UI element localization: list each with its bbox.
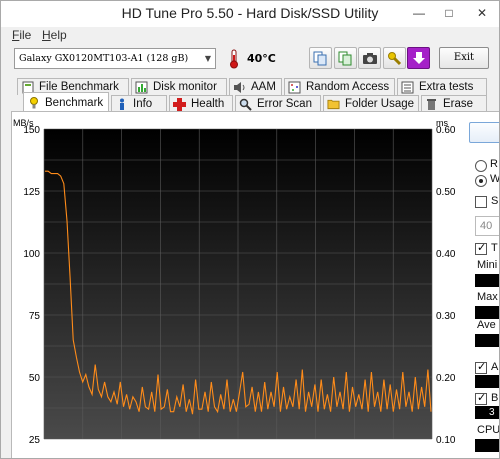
menu-help-accel: H — [42, 28, 51, 42]
tab-info-label: Info — [133, 98, 153, 110]
speaker-icon — [233, 81, 246, 94]
tab-random-access[interactable]: Random Access — [284, 78, 395, 95]
menu-file-label: ile — [19, 28, 32, 42]
tab-error-scan-label: Error Scan — [257, 98, 312, 110]
tab-folder-usage-label: Folder Usage — [345, 98, 415, 110]
short-stroke-label: S — [491, 195, 499, 207]
copy-icon — [313, 51, 327, 65]
minimum-value-display — [475, 274, 499, 287]
tab-extra-tests-label: Extra tests — [419, 81, 474, 93]
tab-extra-tests[interactable]: Extra tests — [397, 78, 487, 95]
average-label: Ave — [477, 319, 496, 331]
read-radio[interactable] — [475, 160, 487, 172]
menu-help-label: elp — [50, 28, 67, 42]
tab-benchmark[interactable]: Benchmark — [23, 92, 109, 112]
y2-tick-label: 0.40 — [436, 249, 456, 260]
tab-error-scan[interactable]: Error Scan — [235, 95, 321, 112]
title-bar: HD Tune Pro 5.50 - Hard Disk/SSD Utility… — [1, 1, 499, 27]
y2-tick-label: 0.60 — [436, 125, 456, 136]
tab-health-label: Health — [191, 98, 225, 110]
y-tick-label: 25 — [29, 435, 41, 446]
y2-tick-label: 0.50 — [436, 187, 456, 198]
copy-info-icon — [338, 51, 352, 65]
tab-erase[interactable]: Erase — [421, 95, 487, 112]
drive-select-value: Galaxy GX0120MT103-A1 (128 gB) — [19, 53, 189, 64]
extra-tests-icon — [401, 81, 414, 94]
chevron-down-icon: ▼ — [204, 54, 211, 63]
toolbar: Galaxy GX0120MT103-A1 (128 gB) ▼ 40°C Ex… — [1, 45, 499, 71]
y-tick-label: 125 — [23, 187, 40, 198]
benchmark-panel: MB/s ms 150 125 100 75 50 25 0.60 0.50 0.40 0.30 0.2… — [11, 111, 500, 458]
camera-icon — [362, 53, 377, 64]
maximize-button[interactable]: □ — [435, 1, 463, 26]
minimum-label: Mini — [477, 259, 498, 271]
y-tick-label: 75 — [29, 311, 41, 322]
menu-file[interactable]: File — [12, 28, 31, 42]
tab-benchmark-label: Benchmark — [45, 96, 104, 109]
temperature-readout: 40°C — [247, 52, 276, 65]
disk-monitor-icon — [135, 81, 148, 94]
app-window: HD Tune Pro 5.50 - Hard Disk/SSD Utility… — [0, 0, 500, 459]
short-stroke-input[interactable]: 40 — [475, 216, 499, 236]
trash-icon — [425, 98, 438, 111]
read-radio-label: R — [490, 158, 498, 170]
save-button[interactable] — [407, 47, 430, 69]
write-radio[interactable] — [475, 175, 487, 187]
start-button[interactable] — [469, 122, 499, 143]
tab-aam[interactable]: AAM — [229, 78, 282, 95]
tab-erase-label: Erase — [443, 98, 474, 110]
burst-rate-value-display: 3 — [475, 406, 499, 419]
menu-help[interactable]: Help — [42, 28, 67, 42]
health-cross-icon — [173, 97, 186, 111]
tab-aam-label: AAM — [251, 81, 276, 93]
tab-disk-monitor-label: Disk monitor — [153, 81, 217, 93]
tab-health[interactable]: Health — [169, 95, 233, 112]
info-icon — [115, 98, 128, 111]
burst-rate-checkbox[interactable] — [475, 391, 487, 405]
y2-tick-label: 0.30 — [436, 311, 456, 322]
thermometer-icon — [230, 49, 238, 69]
average-value-display — [475, 334, 499, 347]
burst-rate-label: B — [491, 392, 499, 404]
download-arrow-icon — [412, 51, 425, 64]
magnifier-icon — [239, 98, 252, 111]
minimize-button[interactable]: — — [405, 1, 433, 26]
wrench-icon — [388, 51, 402, 65]
tab-disk-monitor[interactable]: Disk monitor — [131, 78, 227, 95]
access-time-label: A — [491, 361, 499, 373]
random-access-icon — [288, 81, 301, 94]
tab-random-access-label: Random Access — [306, 81, 390, 93]
copy-text-button[interactable] — [309, 47, 332, 69]
maximum-label: Max — [477, 291, 498, 303]
maximum-value-display — [475, 306, 499, 319]
access-time-value-display — [475, 375, 499, 388]
transfer-rate-label: T — [491, 242, 498, 254]
copy-info-button[interactable] — [334, 47, 357, 69]
tab-info[interactable]: Info — [111, 95, 167, 112]
y2-tick-label: 0.10 — [436, 435, 456, 446]
y-tick-label: 100 — [23, 249, 40, 260]
screenshot-button[interactable] — [358, 47, 381, 69]
y-tick-label: 50 — [29, 373, 41, 384]
benchmark-icon — [27, 96, 40, 109]
menu-bar: File Help — [1, 27, 499, 45]
y2-tick-label: 0.20 — [436, 373, 456, 384]
options-button[interactable] — [383, 47, 406, 69]
short-stroke-checkbox[interactable] — [475, 196, 487, 208]
folder-icon — [327, 98, 340, 111]
access-time-checkbox[interactable] — [475, 360, 487, 374]
tab-folder-usage[interactable]: Folder Usage — [323, 95, 419, 112]
benchmark-chart: MB/s ms1501251007550250.600.500.400.300.2… — [13, 118, 456, 446]
drive-select[interactable]: Galaxy GX0120MT103-A1 (128 gB) ▼ — [14, 48, 216, 69]
cpu-usage-label: CPU — [477, 424, 500, 436]
exit-button[interactable]: Exit — [439, 47, 489, 69]
close-button[interactable]: ✕ — [465, 1, 499, 26]
write-radio-label: W — [490, 173, 500, 185]
cpu-usage-value-display — [475, 439, 499, 452]
transfer-rate-checkbox[interactable] — [475, 241, 487, 255]
y-tick-label: 150 — [23, 125, 40, 136]
